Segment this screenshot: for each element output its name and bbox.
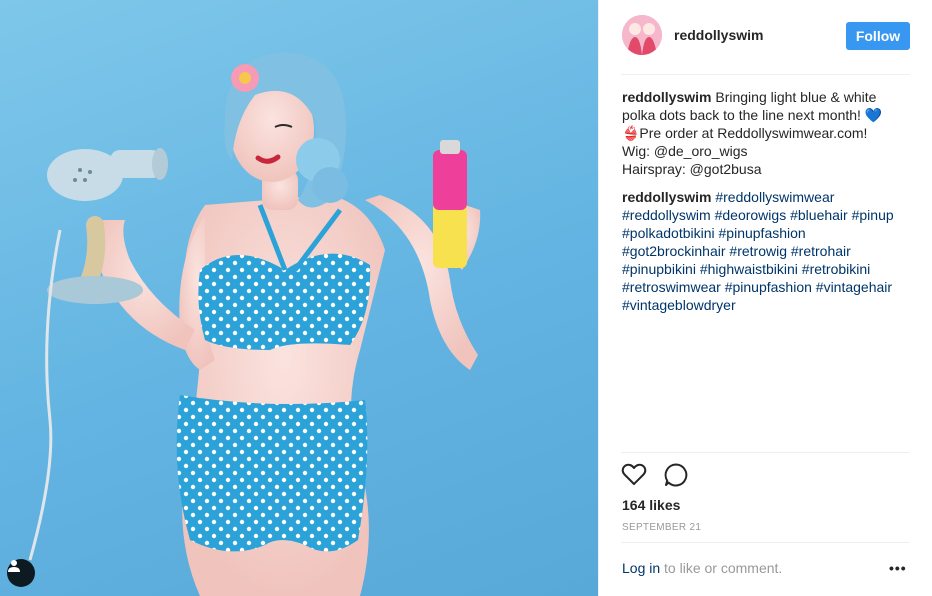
hashtag-comment: reddollyswim #reddollyswimwear #reddolly… bbox=[622, 188, 912, 314]
login-prompt: Log in to like or comment. bbox=[622, 560, 782, 576]
hashtag-list: #reddollyswimwear #reddollyswim #deorowi… bbox=[622, 189, 894, 313]
hashtag-link[interactable]: #pinupfashion bbox=[725, 279, 812, 295]
hashtag-link[interactable]: #bluehair bbox=[790, 207, 848, 223]
login-link[interactable]: Log in bbox=[622, 560, 660, 576]
hashtag-link[interactable]: #vintagehair bbox=[816, 279, 892, 295]
hashtag-link[interactable]: #pinupbikini bbox=[622, 261, 696, 277]
post-date[interactable]: SEPTEMBER 21 bbox=[622, 522, 701, 533]
post-container: reddollyswim Follow reddollyswim Bringin… bbox=[0, 0, 932, 596]
hashtag-link[interactable]: #retrowig bbox=[729, 243, 787, 259]
hashtag-link[interactable]: #pinup bbox=[852, 207, 894, 223]
hashtag-link[interactable]: #retroswimwear bbox=[622, 279, 721, 295]
post-photo[interactable] bbox=[0, 0, 598, 596]
header-username[interactable]: reddollyswim bbox=[674, 27, 763, 43]
comment-bubble-icon[interactable] bbox=[663, 462, 689, 488]
hashtag-link[interactable]: #retrohair bbox=[791, 243, 851, 259]
likes-count[interactable]: 164 likes bbox=[622, 497, 680, 513]
hashtag-link[interactable]: #retrobikini bbox=[802, 261, 870, 277]
login-suffix: to like or comment. bbox=[660, 560, 783, 576]
comments-divider bbox=[621, 452, 910, 453]
post-header: reddollyswim Follow bbox=[599, 0, 932, 74]
more-options-button[interactable]: ••• bbox=[889, 560, 907, 576]
caption-comment: reddollyswim Bringing light blue & white… bbox=[622, 88, 912, 178]
hashtag-link[interactable]: #deorowigs bbox=[715, 207, 787, 223]
person-silhouette-icon bbox=[8, 560, 20, 572]
person-tag-icon[interactable] bbox=[7, 559, 35, 587]
comments-list: reddollyswim Bringing light blue & white… bbox=[622, 88, 912, 324]
photo-illustration bbox=[28, 52, 481, 596]
hashtag-link[interactable]: #vintageblowdryer bbox=[622, 297, 736, 313]
hashtag-link[interactable]: #highwaistbikini bbox=[700, 261, 798, 277]
post-side-panel: reddollyswim Follow reddollyswim Bringin… bbox=[598, 0, 932, 596]
hashtag-link[interactable]: #polkadotbikini bbox=[622, 225, 715, 241]
header-divider bbox=[621, 74, 910, 75]
hashtag-link[interactable]: #reddollyswimwear bbox=[715, 189, 834, 205]
avatar[interactable] bbox=[622, 15, 662, 55]
caption-username[interactable]: reddollyswim bbox=[622, 89, 711, 105]
post-actions bbox=[621, 462, 689, 490]
heart-icon[interactable] bbox=[621, 462, 647, 488]
hashtag-link[interactable]: #pinupfashion bbox=[719, 225, 806, 241]
follow-button[interactable]: Follow bbox=[846, 22, 910, 50]
hashtag-link[interactable]: #got2brockinhair bbox=[622, 243, 726, 259]
hashtag-link[interactable]: #reddollyswim bbox=[622, 207, 711, 223]
comment-username[interactable]: reddollyswim bbox=[622, 189, 711, 205]
avatar-image bbox=[622, 15, 662, 55]
footer-divider bbox=[621, 542, 910, 543]
